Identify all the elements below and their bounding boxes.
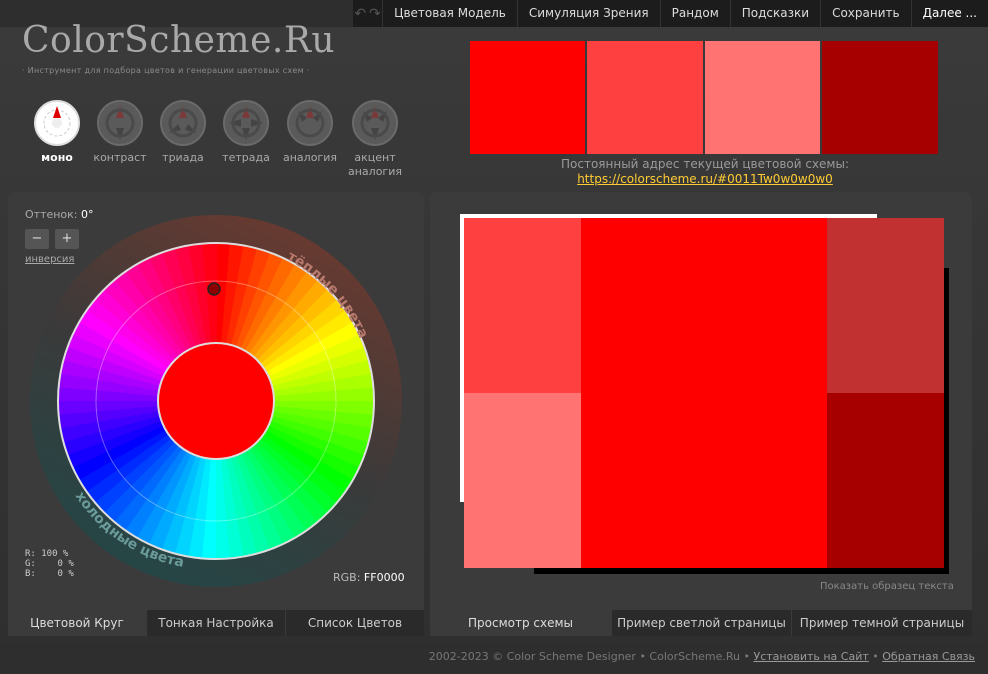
- color-wheel[interactable]: тёплые цвета холодные цвета: [28, 213, 404, 589]
- analogy-icon: [287, 100, 333, 146]
- footer: 2002-2023 © Color Scheme Designer • Colo…: [428, 650, 975, 663]
- tab-light-page-example[interactable]: Пример светлой страницы: [611, 610, 791, 636]
- preview-block-top-right: [827, 218, 944, 393]
- hue-plus-button[interactable]: +: [55, 229, 79, 249]
- mode-mono[interactable]: моно: [29, 100, 85, 165]
- tab-dark-page-example[interactable]: Пример темной страницы: [791, 610, 972, 636]
- menu-save[interactable]: Сохранить: [820, 0, 911, 27]
- mode-tetrad[interactable]: тетрада: [218, 100, 274, 165]
- hue-label: Оттенок: 0°: [25, 208, 94, 221]
- feedback-link[interactable]: Обратная Связь: [882, 650, 975, 663]
- undo-icon[interactable]: ↶: [353, 6, 368, 22]
- contrast-icon: [97, 100, 143, 146]
- install-on-site-link[interactable]: Установить на Сайт: [754, 650, 869, 663]
- preview-block-top-left: [464, 218, 581, 393]
- tagline: · Инструмент для подбора цветов и генера…: [22, 66, 310, 75]
- preview-block-bottom-right: [827, 393, 944, 568]
- mode-analogy[interactable]: аналогия: [282, 100, 338, 165]
- tab-fine-tuning[interactable]: Тонкая Настройка: [146, 610, 285, 636]
- selected-color-center: [157, 342, 275, 460]
- redo-icon[interactable]: ↷: [368, 6, 383, 22]
- hue-handle[interactable]: [207, 282, 221, 296]
- menu-random[interactable]: Рандом: [659, 0, 730, 27]
- accent-analogy-icon: [352, 100, 398, 146]
- swatch-1[interactable]: [470, 41, 585, 154]
- rgb-hex[interactable]: RGB: FF0000: [333, 571, 405, 584]
- show-sample-text-link[interactable]: Показать образец текста: [820, 581, 954, 592]
- menu-hints[interactable]: Подсказки: [729, 0, 820, 27]
- menu-color-model[interactable]: Цветовая Модель: [382, 0, 517, 27]
- tab-color-wheel[interactable]: Цветовой Круг: [8, 610, 146, 636]
- inversion-link[interactable]: инверсия: [25, 254, 74, 265]
- logo[interactable]: ColorScheme.Ru: [22, 20, 335, 61]
- hue-value: 0°: [81, 208, 94, 221]
- swatch-4[interactable]: [822, 41, 938, 154]
- menu-vision-simulation[interactable]: Симуляция Зрения: [516, 0, 660, 27]
- triad-icon: [160, 100, 206, 146]
- mode-accent-analogy[interactable]: акцент аналогия: [346, 100, 404, 179]
- rgb-hex-value[interactable]: FF0000: [364, 571, 405, 584]
- swatch-3[interactable]: [705, 41, 820, 154]
- rgb-percent: R: 100 % G: 0 % B: 0 %: [25, 549, 74, 579]
- swatch-2[interactable]: [587, 41, 703, 154]
- permalink-url[interactable]: https://colorscheme.ru/#0011Tw0w0w0w0: [470, 172, 940, 186]
- mode-contrast[interactable]: контраст: [92, 100, 148, 165]
- hue-minus-button[interactable]: −: [25, 229, 49, 249]
- mode-triad[interactable]: триада: [155, 100, 211, 165]
- preview-block-bottom-left: [464, 393, 581, 568]
- tetrad-icon: [223, 100, 269, 146]
- preview-block-center: [581, 218, 827, 568]
- tab-scheme-preview[interactable]: Просмотр схемы: [430, 610, 611, 636]
- permalink-label: Постоянный адрес текущей цветовой схемы:: [560, 157, 849, 171]
- tab-color-list[interactable]: Список Цветов: [285, 610, 424, 636]
- menu-next[interactable]: Далее ...: [910, 0, 988, 27]
- top-menu: ↶ ↷ Цветовая Модель Симуляция Зрения Ран…: [353, 0, 988, 27]
- mono-icon: [34, 100, 80, 146]
